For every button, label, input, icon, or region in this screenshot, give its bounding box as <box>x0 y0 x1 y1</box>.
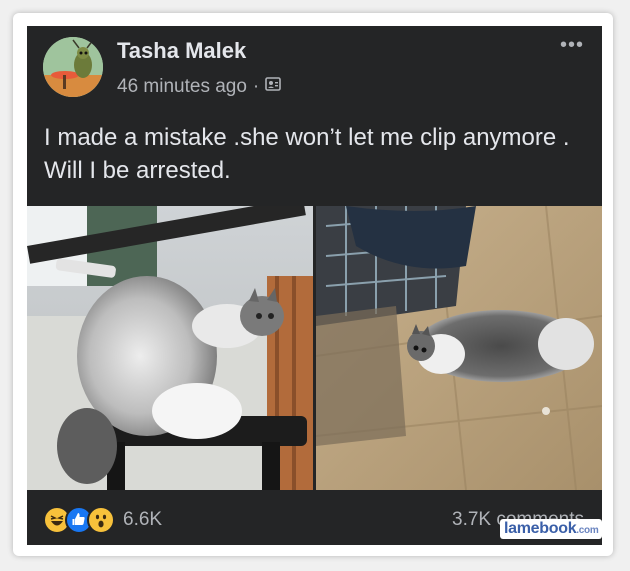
custom-audience-icon[interactable] <box>265 76 282 98</box>
wow-emoji-icon <box>87 506 115 534</box>
reaction-count: 6.6K <box>123 509 163 530</box>
meta-separator: · <box>252 76 260 97</box>
watermark-suffix: .com <box>576 525 599 536</box>
reaction-summary[interactable]: 6.6K <box>43 506 162 534</box>
post-photo-cat-on-floor[interactable] <box>316 206 602 490</box>
more-options-icon[interactable]: ••• <box>560 34 584 57</box>
facebook-post: Tasha Malek 46 minutes ago · ••• I made … <box>27 26 602 545</box>
watermark-text: lamebook <box>504 520 577 537</box>
post-text: I made a mistake .she won’t let me clip … <box>44 124 570 184</box>
author-name[interactable]: Tasha Malek <box>117 38 246 64</box>
post-timestamp[interactable]: 46 minutes ago <box>117 76 247 98</box>
avatar[interactable] <box>43 37 103 97</box>
post-meta: 46 minutes ago · <box>117 76 282 98</box>
lamebook-watermark: lamebook.com <box>500 519 603 539</box>
post-photo-cat-on-stool[interactable] <box>27 206 313 490</box>
